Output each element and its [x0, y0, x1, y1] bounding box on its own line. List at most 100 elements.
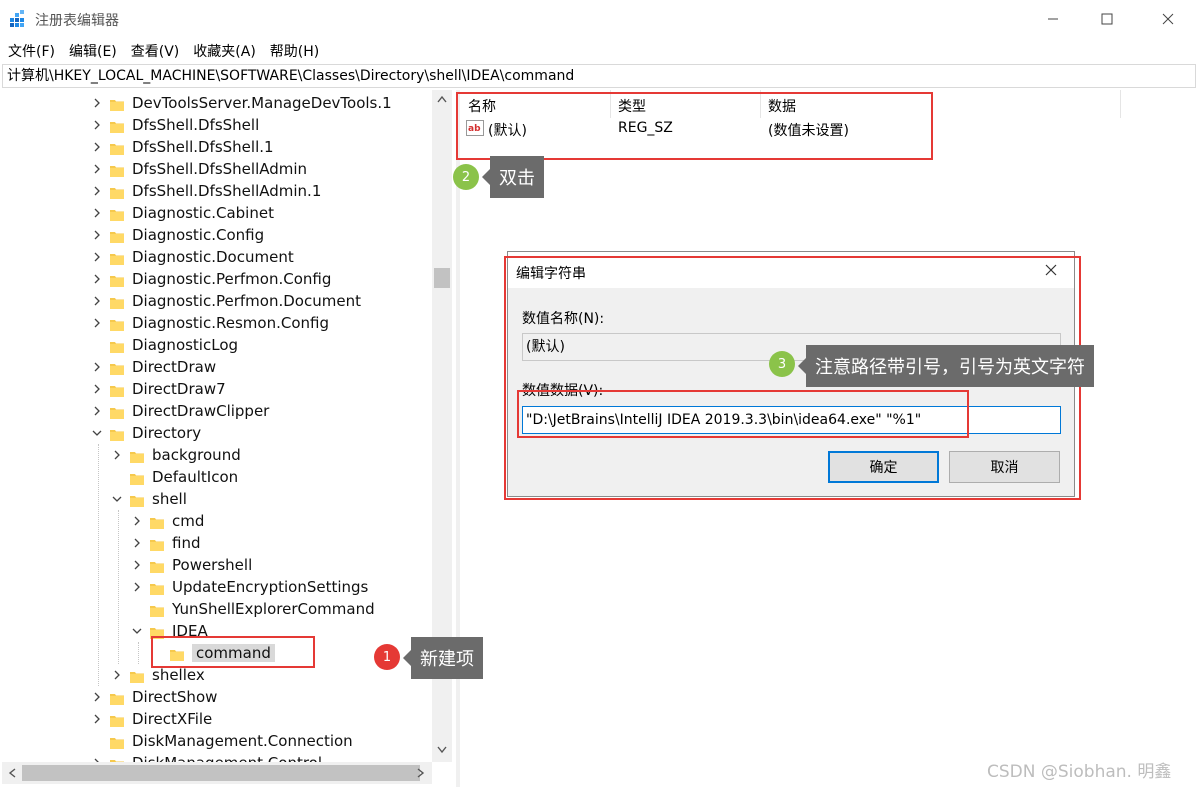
- tree-item[interactable]: Diagnostic.Document: [90, 246, 294, 268]
- chevron-down-icon[interactable]: [110, 492, 124, 506]
- scroll-up-icon[interactable]: [437, 95, 447, 103]
- highlight-default-value: [456, 92, 933, 160]
- chevron-right-icon[interactable]: [110, 668, 124, 682]
- tree-item[interactable]: DiskManagement.Connection: [90, 730, 353, 752]
- tree-item[interactable]: DfsShell.DfsShell.1: [90, 136, 274, 158]
- minimize-button[interactable]: [1030, 0, 1076, 38]
- menu-help[interactable]: 帮助(H): [270, 41, 319, 61]
- tree-item[interactable]: Powershell: [130, 554, 252, 576]
- tree-item-label: Directory: [132, 424, 202, 442]
- tree-item-label: DiagnosticLog: [132, 336, 239, 354]
- minimize-icon: [1048, 18, 1058, 20]
- menu-bar: 文件(F) 编辑(E) 查看(V) 收藏夹(A) 帮助(H): [0, 38, 1198, 64]
- tree-item[interactable]: DirectXFile: [90, 708, 212, 730]
- chevron-right-icon[interactable]: [90, 294, 104, 308]
- tree-item[interactable]: UpdateEncryptionSettings: [130, 576, 368, 598]
- scroll-thumb-horizontal[interactable]: [22, 765, 420, 781]
- menu-edit[interactable]: 编辑(E): [69, 41, 117, 61]
- menu-view[interactable]: 查看(V): [131, 41, 180, 61]
- menu-favorites[interactable]: 收藏夹(A): [193, 41, 256, 61]
- step-badge-3: 3: [769, 351, 795, 377]
- scroll-left-icon[interactable]: [8, 768, 16, 778]
- tree-item[interactable]: DirectDraw: [90, 356, 216, 378]
- tree-item[interactable]: DfsShell.DfsShellAdmin: [90, 158, 307, 180]
- scroll-down-icon[interactable]: [437, 746, 447, 754]
- scroll-right-icon[interactable]: [417, 768, 425, 778]
- tree-item[interactable]: Directory: [90, 422, 201, 444]
- tree-item[interactable]: DirectShow: [90, 686, 217, 708]
- chevron-right-icon[interactable]: [90, 272, 104, 286]
- chevron-down-icon[interactable]: [90, 426, 104, 440]
- chevron-right-icon[interactable]: [90, 140, 104, 154]
- folder-icon: [110, 185, 124, 199]
- folder-icon: [110, 317, 124, 331]
- tree-item[interactable]: Diagnostic.Perfmon.Config: [90, 268, 331, 290]
- scroll-thumb[interactable]: [434, 268, 450, 288]
- step-callout-3: 注意路径带引号，引号为英文字符: [798, 345, 1094, 387]
- maximize-button[interactable]: [1084, 0, 1130, 38]
- step-callout-1: 新建项: [403, 637, 483, 679]
- tree-item-label: Diagnostic.Config: [132, 226, 265, 244]
- tree-item[interactable]: DirectDrawClipper: [90, 400, 269, 422]
- chevron-right-icon[interactable]: [90, 96, 104, 110]
- tree-item[interactable]: DiagnosticLog: [90, 334, 238, 356]
- folder-icon: [110, 383, 124, 397]
- column-divider[interactable]: [1120, 90, 1121, 118]
- tree-item[interactable]: Diagnostic.Cabinet: [90, 202, 274, 224]
- chevron-right-icon[interactable]: [130, 558, 144, 572]
- tree-item[interactable]: DfsShell.DfsShellAdmin.1: [90, 180, 321, 202]
- tree-item[interactable]: background: [110, 444, 241, 466]
- folder-icon: [110, 97, 124, 111]
- registry-tree: DevToolsServer.ManageDevTools.1 DfsShell.…: [2, 90, 454, 787]
- tree-item-label: YunShellExplorerCommand: [172, 600, 375, 618]
- tree-item[interactable]: YunShellExplorerCommand: [130, 598, 375, 620]
- chevron-right-icon[interactable]: [90, 184, 104, 198]
- tree-item-label: Diagnostic.Cabinet: [132, 204, 274, 222]
- tree-item[interactable]: shell: [110, 488, 187, 510]
- tree-item[interactable]: cmd: [130, 510, 204, 532]
- address-bar[interactable]: 计算机\HKEY_LOCAL_MACHINE\SOFTWARE\Classes\…: [2, 64, 1196, 88]
- menu-file[interactable]: 文件(F): [8, 41, 55, 61]
- tree-item-label: DirectDraw: [132, 358, 217, 376]
- tree-item[interactable]: Diagnostic.Resmon.Config: [90, 312, 329, 334]
- highlight-data-field: [517, 390, 969, 438]
- folder-icon: [130, 493, 144, 507]
- chevron-right-icon[interactable]: [130, 514, 144, 528]
- step-badge-1: 1: [374, 644, 400, 670]
- tree-item-label: find: [172, 534, 201, 552]
- chevron-right-icon[interactable]: [90, 690, 104, 704]
- tree-item[interactable]: DirectDraw7: [90, 378, 226, 400]
- chevron-right-icon[interactable]: [90, 382, 104, 396]
- chevron-right-icon[interactable]: [90, 404, 104, 418]
- chevron-right-icon[interactable]: [90, 360, 104, 374]
- chevron-right-icon[interactable]: [90, 228, 104, 242]
- chevron-right-icon[interactable]: [90, 118, 104, 132]
- tree-item[interactable]: find: [130, 532, 200, 554]
- chevron-right-icon[interactable]: [90, 206, 104, 220]
- tree-item-label: DiskManagement.Connection: [132, 732, 353, 750]
- folder-icon: [130, 471, 144, 485]
- chevron-down-icon[interactable]: [130, 624, 144, 638]
- chevron-right-icon[interactable]: [90, 712, 104, 726]
- tree-item[interactable]: DefaultIcon: [110, 466, 238, 488]
- chevron-right-icon[interactable]: [90, 250, 104, 264]
- tree-item[interactable]: Diagnostic.Perfmon.Document: [90, 290, 361, 312]
- chevron-right-icon[interactable]: [110, 448, 124, 462]
- tree-item-label: shellex: [152, 666, 205, 684]
- chevron-right-icon[interactable]: [130, 536, 144, 550]
- tree-item-label: DirectXFile: [132, 710, 213, 728]
- chevron-right-icon[interactable]: [90, 162, 104, 176]
- chevron-right-icon[interactable]: [130, 580, 144, 594]
- close-button[interactable]: [1145, 0, 1191, 38]
- tree-item[interactable]: Diagnostic.Config: [90, 224, 264, 246]
- tree-item-label: DfsShell.DfsShell: [132, 116, 260, 134]
- folder-icon: [130, 449, 144, 463]
- chevron-right-icon[interactable]: [90, 316, 104, 330]
- folder-icon: [110, 273, 124, 287]
- folder-icon: [110, 251, 124, 265]
- tree-item-label: DirectDraw7: [132, 380, 226, 398]
- tree-item[interactable]: DfsShell.DfsShell: [90, 114, 259, 136]
- tree-horizontal-scrollbar[interactable]: [2, 762, 432, 784]
- tree-item-label: cmd: [172, 512, 205, 530]
- tree-item[interactable]: DevToolsServer.ManageDevTools.1: [90, 92, 392, 114]
